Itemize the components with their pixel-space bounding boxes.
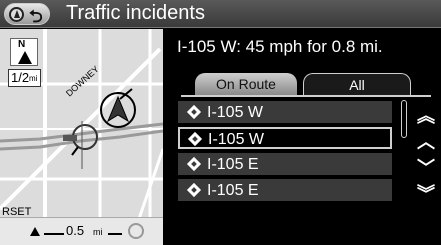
title-bar: ⮌ Traffic incidents: [0, 0, 441, 28]
list-item[interactable]: I-105 W: [178, 101, 392, 123]
distance-unit: mi: [93, 227, 103, 237]
incident-detail-headline: I-105 W: 45 mph for 0.8 mi.: [177, 37, 383, 56]
tab-on-route[interactable]: On Route: [195, 73, 297, 95]
distance-value: 0.5: [66, 223, 85, 238]
north-arrow-icon: [18, 51, 32, 64]
map-status-bar: 0.5 mi: [0, 217, 163, 245]
incident-label: I-105 E: [207, 156, 259, 173]
map-scale-button[interactable]: 1/2 mi: [8, 69, 41, 87]
list-item[interactable]: I-105 W: [178, 127, 392, 149]
navigation-icon: [9, 7, 24, 22]
traffic-incident-icon: [186, 104, 202, 120]
down-icon[interactable]: ﹀: [415, 155, 437, 181]
page-title: Traffic incidents: [66, 2, 205, 24]
distance-bar-left: [44, 233, 64, 235]
traffic-incident-icon: [186, 156, 202, 172]
scale-value: 1/2: [11, 70, 30, 85]
map-view[interactable]: N 1/2 mi DOWNEY RSET 0.5 mi: [0, 29, 163, 245]
list-item[interactable]: I-105 E: [178, 153, 392, 175]
filter-tabs: On Route All: [163, 71, 441, 95]
traffic-incident-icon: [187, 131, 203, 147]
incident-label: I-105 W: [208, 131, 265, 148]
list-item[interactable]: I-105 E: [178, 179, 392, 201]
back-button[interactable]: ⮌: [4, 3, 50, 26]
scale-unit: mi: [29, 74, 38, 83]
tab-all[interactable]: All: [303, 73, 411, 95]
compass-heading-button[interactable]: N: [10, 38, 38, 66]
compass-letter: N: [18, 39, 26, 50]
incident-list: I-105 W I-105 W I-105 E I-105 E: [178, 101, 392, 205]
incident-label: I-105 E: [207, 182, 259, 199]
incidents-panel: I-105 W: 45 mph for 0.8 mi. On Route All…: [163, 29, 441, 245]
tab-divider: [181, 95, 431, 97]
gps-icon: [128, 223, 144, 239]
page-down-icon[interactable]: ︾: [415, 181, 437, 207]
scroll-controls: ︽ ︿ ﹀ ︾: [415, 103, 437, 207]
direction-arrow-icon: [30, 227, 40, 236]
distance-bar-right: [108, 233, 122, 235]
traffic-incident-icon: [186, 182, 202, 198]
page-up-icon[interactable]: ︽: [415, 103, 437, 129]
up-icon[interactable]: ︿: [415, 129, 437, 155]
list-scrollbar[interactable]: [401, 100, 407, 138]
incident-label: I-105 W: [207, 104, 264, 121]
